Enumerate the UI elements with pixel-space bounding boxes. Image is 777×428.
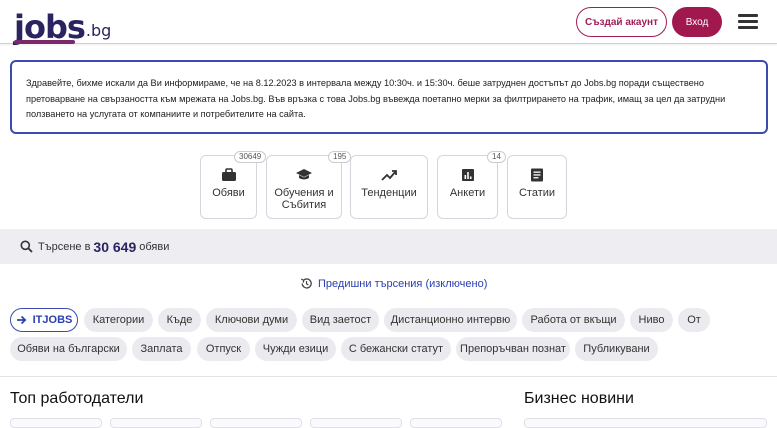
logo-underline [14, 40, 75, 44]
tile-label: Обучения и Събития [274, 187, 334, 211]
employer-card[interactable] [10, 418, 102, 428]
hamburger-menu-icon[interactable] [738, 14, 758, 30]
employer-card[interactable] [310, 418, 402, 428]
login-button[interactable]: Вход [672, 7, 722, 37]
filter-foreign-languages[interactable]: Чужди езици [255, 337, 336, 361]
graduation-cap-icon [296, 169, 312, 180]
previous-searches-label: Предишни търсения (изключено) [318, 277, 488, 290]
filter-bulgarian-ads[interactable]: Обяви на български [10, 337, 127, 361]
filter-refugee-status[interactable]: С бежански статут [341, 337, 451, 361]
filter-location[interactable]: Къде [158, 308, 201, 332]
employer-card[interactable] [110, 418, 202, 428]
jobs-bg-logo[interactable]: jobs .bg [14, 2, 111, 44]
tile-label: Статии [518, 187, 556, 199]
filter-keywords[interactable]: Ключови думи [206, 308, 297, 332]
filter-employment-type[interactable]: Вид заетост [302, 308, 379, 332]
employer-card[interactable] [410, 418, 502, 428]
filter-itjobs[interactable]: ITJOBS [10, 308, 78, 332]
service-notice: Здравейте, бихме искали да Ви информирам… [10, 60, 768, 134]
tile-jobs[interactable]: 30649 Обяви [200, 151, 267, 219]
filter-referred-acquaintance[interactable]: Препоръчван познат [456, 337, 570, 361]
tile-articles[interactable]: Статии [507, 155, 567, 219]
trainings-count-badge: 195 [328, 151, 352, 163]
logo-text: jobs [14, 8, 86, 46]
filter-from[interactable]: От [678, 308, 710, 332]
filter-remote-interview[interactable]: Дистанционно интервю [384, 308, 517, 332]
business-news-heading: Бизнес новини [524, 390, 634, 407]
search-suffix: обяви [139, 240, 170, 253]
filter-work-from-home[interactable]: Работа от вкъщи [522, 308, 625, 332]
filter-categories[interactable]: Категории [84, 308, 153, 332]
filter-published[interactable]: Публикувани [575, 337, 658, 361]
jobs-count-badge: 30649 [234, 151, 267, 163]
tile-label: Анкети [449, 187, 486, 199]
site-header: jobs .bg Създай акаунт Вход [0, 0, 777, 44]
previous-searches-link[interactable]: Предишни търсения (изключено) [300, 277, 487, 290]
article-icon [531, 168, 543, 182]
search-icon [20, 240, 33, 253]
arrow-right-icon [16, 315, 27, 325]
filter-level[interactable]: Ниво [630, 308, 673, 332]
create-account-button[interactable]: Създай акаунт [576, 7, 667, 37]
tile-trainings-events[interactable]: 195 Обучения и Събития [266, 151, 352, 219]
filter-salary[interactable]: Заплата [132, 337, 191, 361]
bar-chart-icon [461, 169, 474, 181]
filter-leave[interactable]: Отпуск [197, 337, 250, 361]
tile-label: Тенденции [361, 187, 417, 199]
surveys-count-badge: 14 [487, 151, 506, 163]
news-card[interactable] [524, 418, 767, 428]
tile-surveys[interactable]: 14 Анкети [437, 151, 506, 219]
tile-trends[interactable]: Тенденции [350, 155, 428, 219]
search-count: 30 649 [93, 238, 137, 255]
top-employers-heading: Топ работодатели [10, 390, 144, 407]
employer-card[interactable] [210, 418, 302, 428]
history-icon [300, 278, 312, 289]
search-bar[interactable]: Търсене в 30 649 обяви [0, 229, 777, 264]
search-prefix: Търсене в [38, 240, 91, 253]
briefcase-icon [221, 168, 236, 181]
tile-label: Обяви [212, 187, 245, 199]
trending-up-icon [381, 170, 397, 181]
section-divider [0, 376, 777, 377]
filter-itjobs-label: ITJOBS [32, 314, 73, 326]
logo-tld: .bg [85, 21, 112, 40]
